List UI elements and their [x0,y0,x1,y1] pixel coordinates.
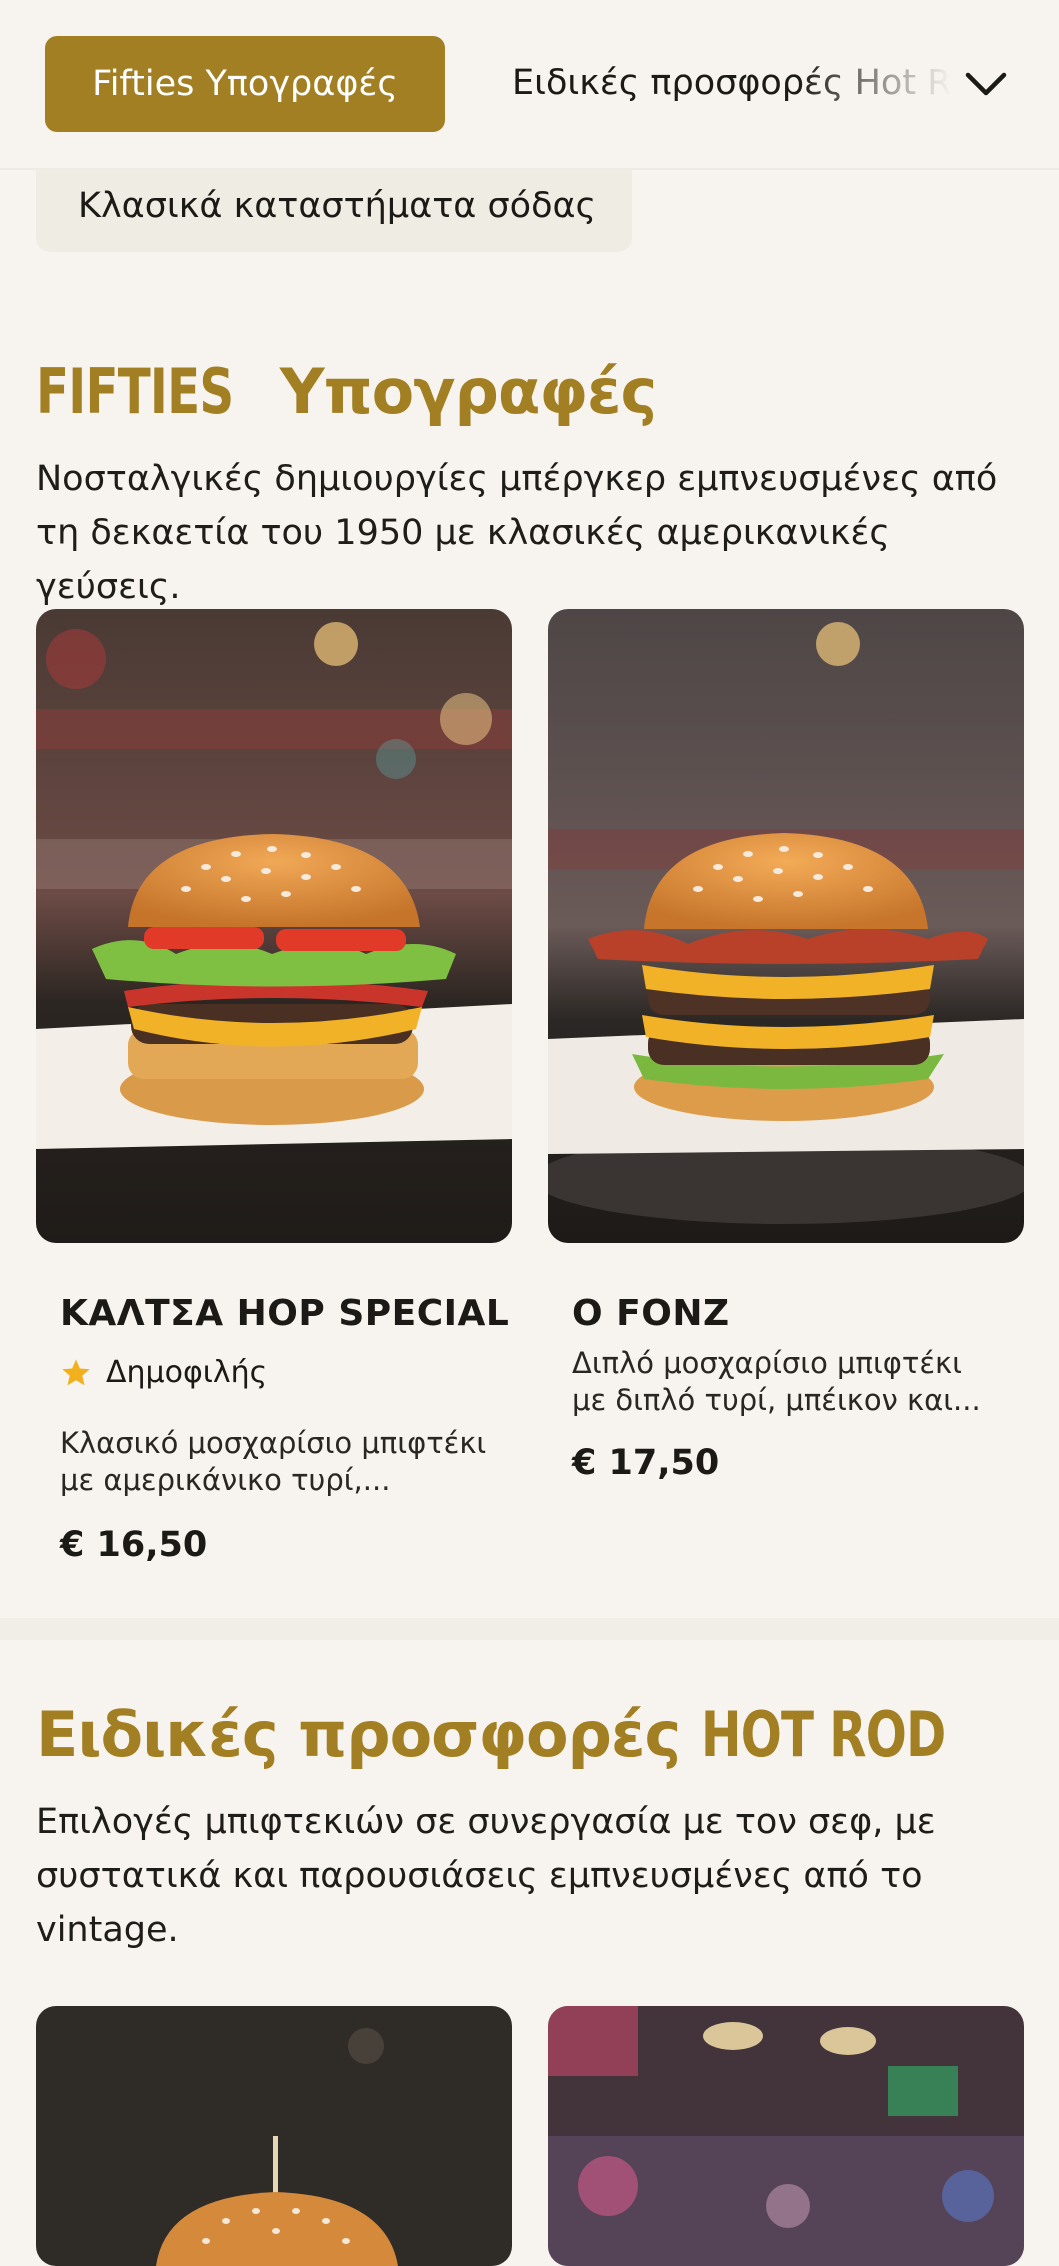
section-title-hot-rod: Ειδικές προσφορές HOT ROD [36,1698,984,1771]
dropdown-item-soda-shops[interactable]: Κλασικά καταστήματα σόδας [36,160,632,252]
item-description: Διπλό μοσχαρίσιο μπιφτέκι με διπλό τυρί,… [572,1346,981,1417]
item-description: Κλασικό μοσχαρίσιο μπιφτέκι με αμερικάνι… [60,1426,487,1497]
popular-badge: Δημοφιλής [60,1355,267,1390]
section-title-fifties: FIFTIES Υπογραφές [36,355,658,428]
star-icon [62,1358,90,1385]
section-title-part: Υπογραφές [279,355,658,428]
burger-image[interactable] [548,2006,1024,2266]
burger-image[interactable] [36,2006,512,2266]
category-tab-fifties[interactable]: Fifties Υπογραφές [45,36,445,132]
item-title[interactable]: ΚΑΛΤΣΑ HOP SPECIAL [60,1293,509,1334]
burger-image-kaltsa-hop[interactable] [36,609,512,1243]
section-title-part: HOT ROD [700,1698,946,1771]
section-description: Νοσταλγικές δημιουργίες μπέργκερ εμπνευσ… [36,459,998,607]
item-price: € 17,50 [572,1443,720,1483]
burger-image-fonz[interactable] [548,609,1024,1243]
section-description: Επιλογές μπιφτεκιών σε συνεργασία με τον… [36,1802,936,1950]
category-tab-hot-rod[interactable]: Ειδικές προσφορές Hot Rod [512,52,952,114]
badge-label: Δημοφιλής [106,1355,268,1390]
section-title-part: Ειδικές προσφορές [36,1698,681,1771]
item-title[interactable]: Ο FONZ [572,1293,730,1334]
section-divider [0,1618,1059,1640]
chevron-down-icon[interactable] [960,58,1012,110]
item-price: € 16,50 [60,1525,208,1565]
category-nav: Fifties Υπογραφές Ειδικές προσφορές Hot … [0,0,1059,170]
section-title-part: FIFTIES [36,355,234,428]
